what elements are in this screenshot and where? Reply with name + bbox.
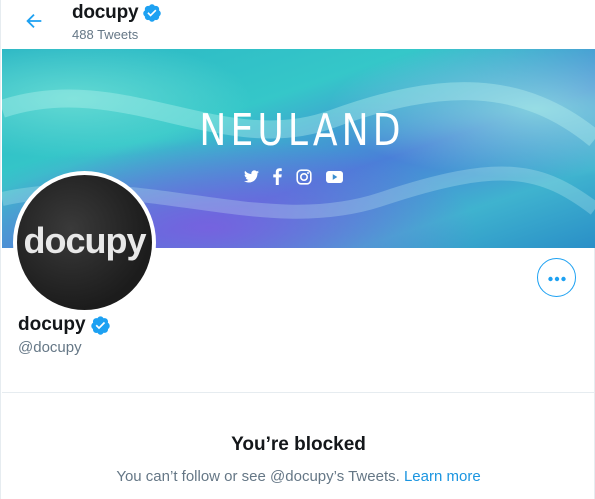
- banner-title: NEULAND: [199, 105, 405, 156]
- facebook-icon: [273, 168, 282, 190]
- learn-more-link[interactable]: Learn more: [404, 468, 481, 485]
- more-options-button[interactable]: [537, 258, 576, 297]
- avatar-image: docupy: [17, 175, 152, 310]
- profile-page: docupy 488 Tweets NEULAND docupy docupy …: [0, 0, 595, 499]
- twitter-icon: [244, 170, 259, 188]
- blocked-message: You can’t follow or see @docupy’s Tweets…: [1, 468, 595, 485]
- profile-handle: @docupy: [18, 339, 82, 356]
- tweet-count: 488 Tweets: [72, 27, 139, 42]
- profile-name-row: docupy: [18, 314, 111, 336]
- top-bar: docupy 488 Tweets: [1, 0, 595, 49]
- header-title: docupy: [72, 2, 162, 24]
- blocked-message-text: You can’t follow or see @docupy’s Tweets…: [116, 468, 400, 485]
- instagram-icon: [296, 168, 312, 190]
- blocked-title: You’re blocked: [231, 434, 366, 455]
- profile-name: docupy: [18, 314, 86, 335]
- section-divider: [2, 392, 595, 393]
- arrow-left-icon: [23, 10, 45, 37]
- avatar[interactable]: docupy: [13, 171, 156, 314]
- verified-badge-icon: [90, 315, 111, 336]
- avatar-logo-text: docupy: [23, 219, 146, 261]
- youtube-icon: [326, 170, 343, 188]
- more-horizontal-icon: [547, 269, 567, 287]
- verified-badge-icon: [142, 3, 162, 23]
- back-button[interactable]: [17, 6, 51, 40]
- banner-social-icons: [244, 168, 343, 190]
- header-name: docupy: [72, 2, 139, 23]
